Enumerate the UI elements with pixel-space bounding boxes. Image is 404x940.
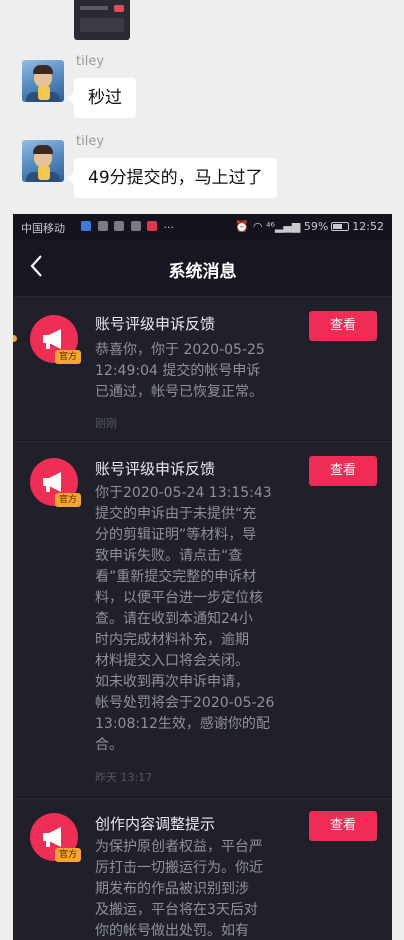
notification-time: 昨天 13:17 bbox=[95, 771, 153, 784]
app-notification-icon bbox=[114, 221, 124, 231]
wifi-icon: ◠ bbox=[253, 220, 263, 233]
avatar[interactable] bbox=[22, 60, 64, 102]
previous-image-thumbnail[interactable] bbox=[74, 0, 130, 40]
carrier-label: 中国移动 bbox=[21, 222, 65, 235]
clock: 12:52 bbox=[352, 220, 384, 233]
notification-card[interactable]: 官方 账号评级申诉反馈 恭喜你，你于 2020-05-25 12:49:04 提… bbox=[13, 296, 392, 440]
notification-body: 为保护原创者权益，平台严 厉打击一切搬运行为。你近 期发布的作品被识别到涉 及搬… bbox=[95, 839, 263, 939]
sender-name: tiley bbox=[76, 54, 105, 69]
view-button[interactable]: 查看 bbox=[309, 811, 377, 841]
battery-percent: 59% bbox=[303, 220, 329, 233]
shared-screenshot: 中国移动 ··· ⏰ ◠ ⁴⁶▂▄▆ 59% 12:52 系统消息 官方 账号评级申… bbox=[13, 214, 392, 940]
signal-icon: ▂▄▆ bbox=[274, 220, 301, 233]
page-title: 系统消息 bbox=[168, 262, 237, 282]
notification-body: 恭喜你，你于 2020-05-25 12:49:04 提交的帐号申诉 已通过，帐… bbox=[95, 342, 265, 400]
message-bubble[interactable]: 49分提交的，马上过了 bbox=[68, 158, 277, 198]
notification-title: 账号评级申诉反馈 bbox=[95, 460, 216, 478]
status-right: ⏰ ◠ ⁴⁶▂▄▆ 59% 12:52 bbox=[235, 220, 384, 233]
unread-indicator bbox=[13, 335, 17, 342]
app-notification-icon bbox=[97, 221, 108, 231]
official-badge: 官方 bbox=[55, 848, 81, 862]
app-notification-icon bbox=[147, 221, 157, 231]
more-notifications: ··· bbox=[163, 221, 175, 234]
view-button[interactable]: 查看 bbox=[309, 456, 377, 486]
chat-area: tiley 秒过 tiley 49分提交的，马上过了 bbox=[0, 0, 404, 212]
avatar[interactable] bbox=[22, 140, 64, 182]
app-notification-icon bbox=[81, 221, 91, 231]
alarm-icon: ⏰ bbox=[235, 220, 250, 233]
app-notification-icon bbox=[130, 221, 141, 231]
view-button[interactable]: 查看 bbox=[309, 311, 377, 341]
notification-card[interactable]: 官方 账号评级申诉反馈 你于2020-05-24 13:15:43 提交的申诉由… bbox=[13, 441, 392, 797]
notification-card[interactable]: 官方 创作内容调整提示 为保护原创者权益，平台严 厉打击一切搬运行为。你近 期发… bbox=[13, 798, 392, 940]
notification-time: 刚刚 bbox=[95, 417, 117, 430]
official-badge: 官方 bbox=[55, 350, 81, 364]
signal-label: ⁴⁶ bbox=[266, 220, 275, 233]
notification-title: 创作内容调整提示 bbox=[95, 815, 216, 833]
notification-icons: ··· bbox=[81, 221, 174, 234]
battery-icon bbox=[331, 222, 350, 231]
status-bar: 中国移动 ··· ⏰ ◠ ⁴⁶▂▄▆ 59% 12:52 bbox=[13, 214, 392, 240]
official-badge: 官方 bbox=[55, 493, 81, 507]
notification-title: 账号评级申诉反馈 bbox=[95, 315, 216, 333]
message-bubble[interactable]: 秒过 bbox=[68, 78, 136, 118]
nav-bar: 系统消息 bbox=[13, 240, 392, 296]
sender-name: tiley bbox=[76, 134, 105, 149]
notification-body: 你于2020-05-24 13:15:43 提交的申诉由于未提供“充 分的剪辑证… bbox=[95, 485, 275, 753]
